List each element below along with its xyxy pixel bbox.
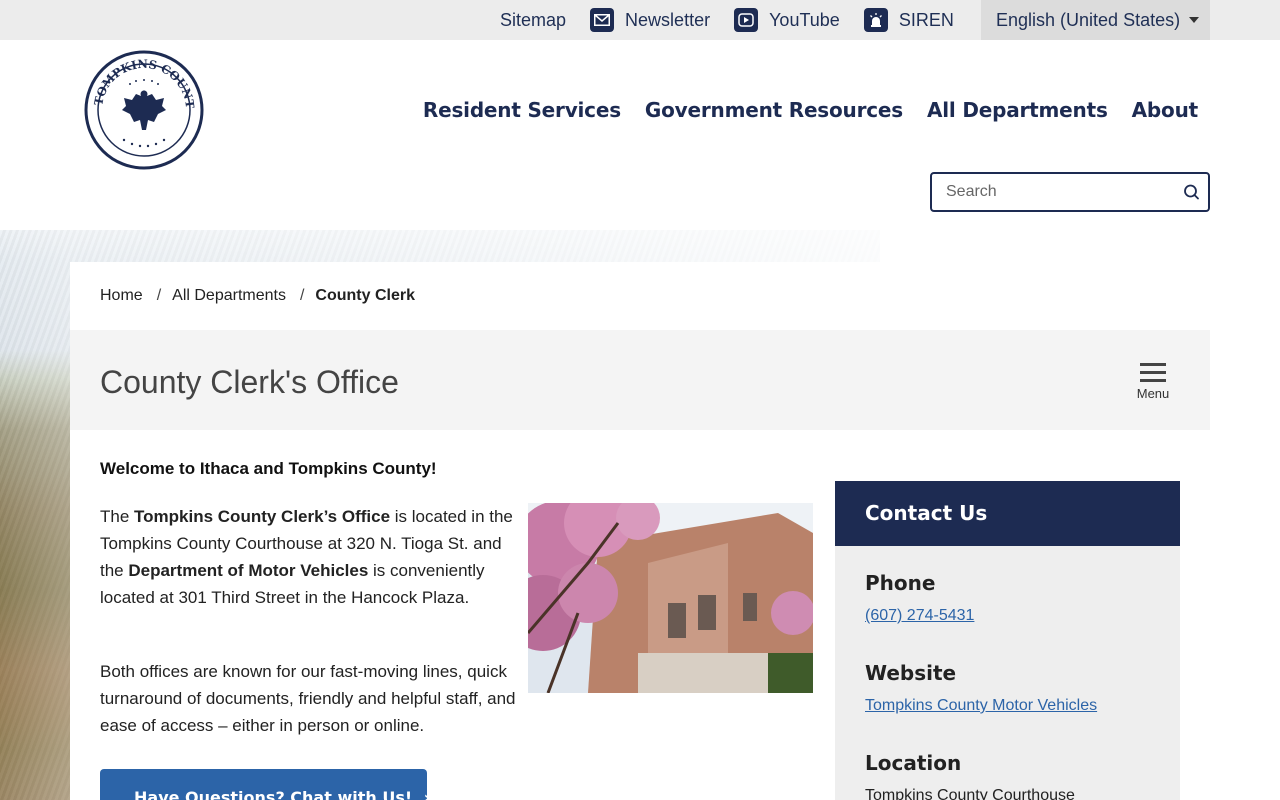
intro-text: The xyxy=(100,507,135,526)
phone-link[interactable]: (607) 274-5431 xyxy=(865,607,974,625)
location-label: Location xyxy=(865,751,962,775)
title-bar: County Clerk's Office Menu xyxy=(70,330,1210,430)
search-input[interactable] xyxy=(932,174,1162,210)
chevron-right-icon: › xyxy=(423,788,431,800)
nav-all-departments[interactable]: All Departments xyxy=(927,98,1108,122)
county-seal-logo[interactable]: TOMPKINS COUNTY xyxy=(79,39,204,170)
intro-bold-dmv: Department of Motor Vehicles xyxy=(128,561,369,580)
chat-with-us-button[interactable]: Have Questions? Chat with Us! › xyxy=(100,769,430,800)
offices-paragraph: Both offices are known for our fast-movi… xyxy=(100,662,516,735)
envelope-icon xyxy=(590,8,615,32)
intro-bold-clerk: Tompkins County Clerk’s Office xyxy=(134,507,391,526)
search-box xyxy=(930,172,1210,212)
website-label: Website xyxy=(865,661,957,685)
menu-button[interactable]: Menu xyxy=(1136,363,1170,401)
sitemap-label: Sitemap xyxy=(500,9,567,30)
nav-resident-services[interactable]: Resident Services xyxy=(423,98,621,122)
website-link[interactable]: Tompkins County Motor Vehicles xyxy=(865,697,1097,715)
youtube-label: YouTube xyxy=(769,9,840,30)
phone-label: Phone xyxy=(865,571,936,595)
menu-label: Menu xyxy=(1136,386,1170,401)
breadcrumb-separator: / xyxy=(156,287,162,304)
main-nav: Resident Services Government Resources A… xyxy=(423,98,1198,122)
breadcrumb-home[interactable]: Home xyxy=(100,287,143,305)
siren-link[interactable]: SIREN xyxy=(863,8,954,32)
breadcrumb-current: County Clerk xyxy=(315,287,415,304)
chevron-down-icon xyxy=(1189,17,1199,23)
hamburger-icon xyxy=(1136,363,1170,382)
content-card: Home / All Departments / County Clerk Co… xyxy=(70,262,1210,800)
location-text: Tompkins County Courthouse xyxy=(865,787,1075,800)
breadcrumb-separator: / xyxy=(299,287,305,304)
welcome-heading: Welcome to Ithaca and Tompkins County! xyxy=(100,459,437,478)
nav-about[interactable]: About xyxy=(1132,98,1199,122)
newsletter-label: Newsletter xyxy=(625,9,711,30)
siren-alarm-icon xyxy=(863,8,888,32)
courthouse-photo xyxy=(528,503,813,693)
youtube-link[interactable]: YouTube xyxy=(734,8,840,32)
language-label: English (United States) xyxy=(996,9,1181,30)
newsletter-link[interactable]: Newsletter xyxy=(590,8,710,32)
youtube-play-icon xyxy=(734,8,759,32)
nav-government-resources[interactable]: Government Resources xyxy=(645,98,903,122)
utility-bar: Sitemap Newsletter YouTube SIREN English… xyxy=(0,0,1280,40)
contact-heading: Contact Us xyxy=(835,481,1180,546)
page-title: County Clerk's Office xyxy=(100,364,399,400)
siren-label: SIREN xyxy=(898,9,954,30)
search-icon[interactable] xyxy=(1182,182,1202,202)
breadcrumb-all-departments[interactable]: All Departments xyxy=(172,287,286,305)
contact-us-panel: Contact Us Phone (607) 274-5431 Website … xyxy=(835,481,1180,800)
utility-links: Sitemap Newsletter YouTube SIREN xyxy=(500,0,978,40)
intro-paragraph: The Tompkins County Clerk’s Office is lo… xyxy=(100,503,520,611)
language-select[interactable]: English (United States) xyxy=(981,0,1210,40)
sitemap-link[interactable]: Sitemap xyxy=(500,10,566,31)
chat-button-label: Have Questions? Chat with Us! xyxy=(134,788,413,800)
breadcrumb: Home / All Departments / County Clerk xyxy=(100,287,415,305)
